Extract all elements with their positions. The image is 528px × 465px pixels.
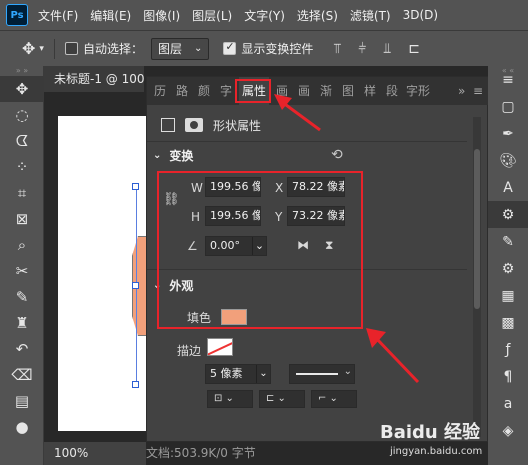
frame-tool-icon[interactable]: ⊠ (0, 206, 44, 232)
move-tool-preset[interactable]: ✥ ▾ (22, 39, 44, 58)
transform-highlight-box (157, 171, 363, 329)
healing-tool-icon[interactable]: ✂ (0, 258, 44, 284)
menu-edit[interactable]: 编辑(E) (86, 7, 139, 24)
zoom-readout[interactable]: 100% (44, 442, 146, 465)
brush-panel-icon[interactable]: ✎ (488, 228, 528, 255)
stroke-color-swatch[interactable] (207, 338, 233, 356)
tab-styles[interactable]: 样 (361, 77, 379, 105)
tab-glyphs[interactable]: 字形 (405, 77, 431, 105)
history-brush-icon[interactable]: ↶ (0, 336, 44, 362)
brush-tool-icon[interactable]: ✎ (0, 284, 44, 310)
shape-mask-icon[interactable] (185, 118, 203, 132)
transform-handle[interactable] (132, 381, 139, 388)
brush-settings-icon[interactable]: ⚙ (488, 255, 528, 282)
tab-paths[interactable]: 路 (173, 77, 191, 105)
paths-panel-icon[interactable]: ✒ (488, 120, 528, 147)
document-tab[interactable]: 未标题-1 @ 100% (44, 66, 144, 92)
character-panel-icon[interactable]: A (488, 174, 528, 201)
styles-panel-icon[interactable]: ƒ (488, 336, 528, 363)
menu-file[interactable]: 文件(F) (34, 7, 86, 24)
chevron-down-icon: ⌄ (153, 150, 162, 161)
red-arrow-to-tab (274, 94, 321, 132)
transform-title: 变换 (169, 149, 194, 163)
stroke-width-dropdown[interactable]: 5 像素 ⌄ (205, 364, 271, 384)
menu-type[interactable]: 文字(Y) (240, 7, 293, 24)
align-buttons: ⫪ ⫩ ⫫ ⊏ (333, 41, 420, 57)
move-tool-icon[interactable]: ✥ (0, 76, 44, 102)
menu-bar: Ps 文件(F) 编辑(E) 图像(I) 图层(L) 文字(Y) 选择(S) 滤… (0, 0, 528, 30)
show-transform-label: 显示变换控件 (241, 42, 314, 56)
divider (147, 141, 467, 142)
properties-panel-icon[interactable]: ⚙ (488, 201, 528, 228)
gradients-panel-icon[interactable]: ▦ (488, 282, 528, 309)
menu-filter[interactable]: 滤镜(T) (346, 7, 399, 24)
lasso-tool-icon[interactable]: ᗧ (0, 128, 44, 154)
paragraph-panel-icon[interactable]: ¶ (488, 363, 528, 390)
color-panel-icon[interactable]: 🎨︎ (488, 147, 528, 174)
quick-select-tool-icon[interactable]: ⁘ (0, 154, 44, 180)
baidu-watermark: Baidu 经验 (380, 422, 481, 443)
patterns-panel-icon[interactable]: ▩ (488, 309, 528, 336)
menu-layer[interactable]: 图层(L) (188, 7, 240, 24)
crop-tool-icon[interactable]: ⌗ (0, 180, 44, 206)
marquee-tool-icon[interactable]: ◌ (0, 102, 44, 128)
chevron-down-icon: ⌄ (193, 43, 203, 54)
photoshop-logo: Ps (6, 4, 28, 26)
gradient-tool-icon[interactable]: ▤ (0, 388, 44, 414)
auto-select-target-dropdown[interactable]: 图层 ⌄ (150, 37, 210, 60)
stamp-tool-icon[interactable]: ♜ (0, 310, 44, 336)
chevron-down-icon: ⌄ (343, 366, 352, 377)
eraser-tool-icon[interactable]: ⌫ (0, 362, 44, 388)
move-icon: ✥ (22, 39, 36, 58)
tab-color[interactable]: 颜 (195, 77, 213, 105)
panel-menu-icon[interactable]: » ≡ (458, 77, 483, 105)
red-arrow-to-transform (366, 328, 420, 384)
stroke-type-dropdown[interactable]: ⌄ (289, 364, 355, 384)
stroke-width-value: 5 像素 (210, 367, 243, 380)
transform-handle[interactable] (132, 282, 139, 289)
chevron-down-icon: ⌄ (256, 365, 270, 383)
auto-select-checkbox[interactable] (64, 42, 78, 55)
transform-handle[interactable] (132, 183, 139, 190)
glyphs-panel-icon[interactable]: a (488, 390, 528, 417)
reset-transform-icon[interactable]: ⟲ (331, 147, 343, 163)
tab-paragraph[interactable]: 段 (383, 77, 401, 105)
transform-section-header[interactable]: ⌄ 变换 (153, 147, 193, 164)
tab-history[interactable]: 历 (151, 77, 169, 105)
align-left-icon[interactable]: ⊏ (408, 41, 420, 57)
tab-character[interactable]: 字 (217, 77, 235, 105)
chevron-down-icon: ▾ (39, 43, 44, 54)
align-vcenter-icon[interactable]: ⫩ (358, 41, 366, 57)
dodge-tool-icon[interactable]: ● (0, 414, 44, 440)
baidu-watermark-url: jingyan.baidu.com (390, 446, 483, 457)
history-panel-icon[interactable]: ▢ (488, 93, 528, 120)
shape-properties-label: 形状属性 (213, 118, 262, 133)
layers-panel-icon[interactable]: ◈ (488, 417, 528, 444)
tools-panel: » » ✥ ◌ ᗧ ⁘ ⌗ ⊠ ⌕ ✂ ✎ ♜ ↶ ⌫ ▤ ● (0, 66, 44, 465)
tab-patterns[interactable]: 图 (339, 77, 357, 105)
document-info: 文档:503.9K/0 字节 (146, 446, 256, 460)
live-shape-icon[interactable] (161, 118, 175, 132)
stroke-cap-dropdown[interactable]: ⊏ ⌄ (259, 390, 305, 408)
right-panel-strip: « « ≡ ▢ ✒ 🎨︎ A ⚙ ✎ ⚙ ▦ ▩ ƒ ¶ a ◈ (488, 66, 528, 465)
options-bar: ✥ ▾ 自动选择： 图层 ⌄ 显示变换控件 ⫪ ⫩ ⫫ ⊏ (0, 30, 528, 66)
eyedropper-tool-icon[interactable]: ⌕ (0, 232, 44, 258)
show-transform-checkbox[interactable] (223, 40, 237, 55)
stroke-label: 描边 (177, 344, 202, 358)
align-bottom-icon[interactable]: ⫫ (383, 41, 391, 57)
menu-select[interactable]: 选择(S) (293, 7, 346, 24)
stroke-corner-dropdown[interactable]: ⌐ ⌄ (311, 390, 357, 408)
align-top-icon[interactable]: ⫪ (333, 41, 341, 57)
menu-3d[interactable]: 3D(D) (399, 8, 446, 22)
auto-select-target-value: 图层 (157, 42, 182, 56)
auto-select-label: 自动选择： (82, 42, 143, 56)
properties-tab-highlight (235, 79, 271, 103)
panel-scrollbar[interactable] (473, 117, 481, 437)
toolbar-grip[interactable]: » » (0, 66, 44, 76)
menu-image[interactable]: 图像(I) (139, 7, 188, 24)
stroke-align-dropdown[interactable]: ⊡ ⌄ (207, 390, 253, 408)
